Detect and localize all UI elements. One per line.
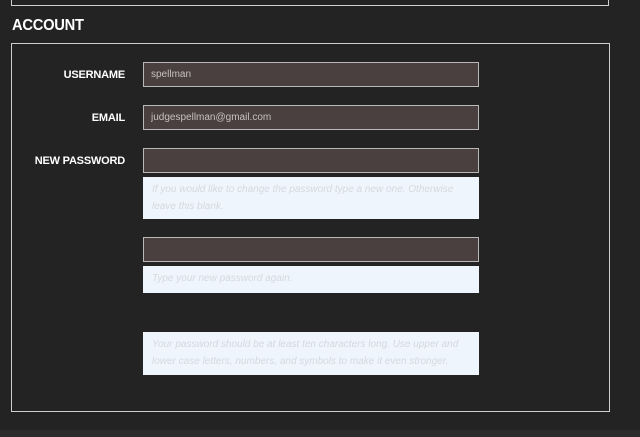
email-input[interactable] <box>143 105 479 130</box>
confirm-password-help: Type your new password again. <box>143 266 479 293</box>
confirm-password-input[interactable] <box>143 237 479 262</box>
password-strength-hint: Your password should be at least ten cha… <box>143 332 479 375</box>
email-label: EMAIL <box>91 112 125 124</box>
new-password-label: NEW PASSWORD <box>34 155 125 167</box>
username-input[interactable] <box>143 62 479 87</box>
new-password-input[interactable] <box>143 148 479 173</box>
previous-panel-edge <box>11 0 609 6</box>
section-title: ACCOUNT <box>12 17 84 34</box>
footer-edge <box>0 430 640 437</box>
username-label: USERNAME <box>63 69 126 81</box>
new-password-help: If you would like to change the password… <box>143 177 479 219</box>
profile-page: ACCOUNT USERNAME EMAIL NEW PASSWORD If y… <box>0 0 640 437</box>
